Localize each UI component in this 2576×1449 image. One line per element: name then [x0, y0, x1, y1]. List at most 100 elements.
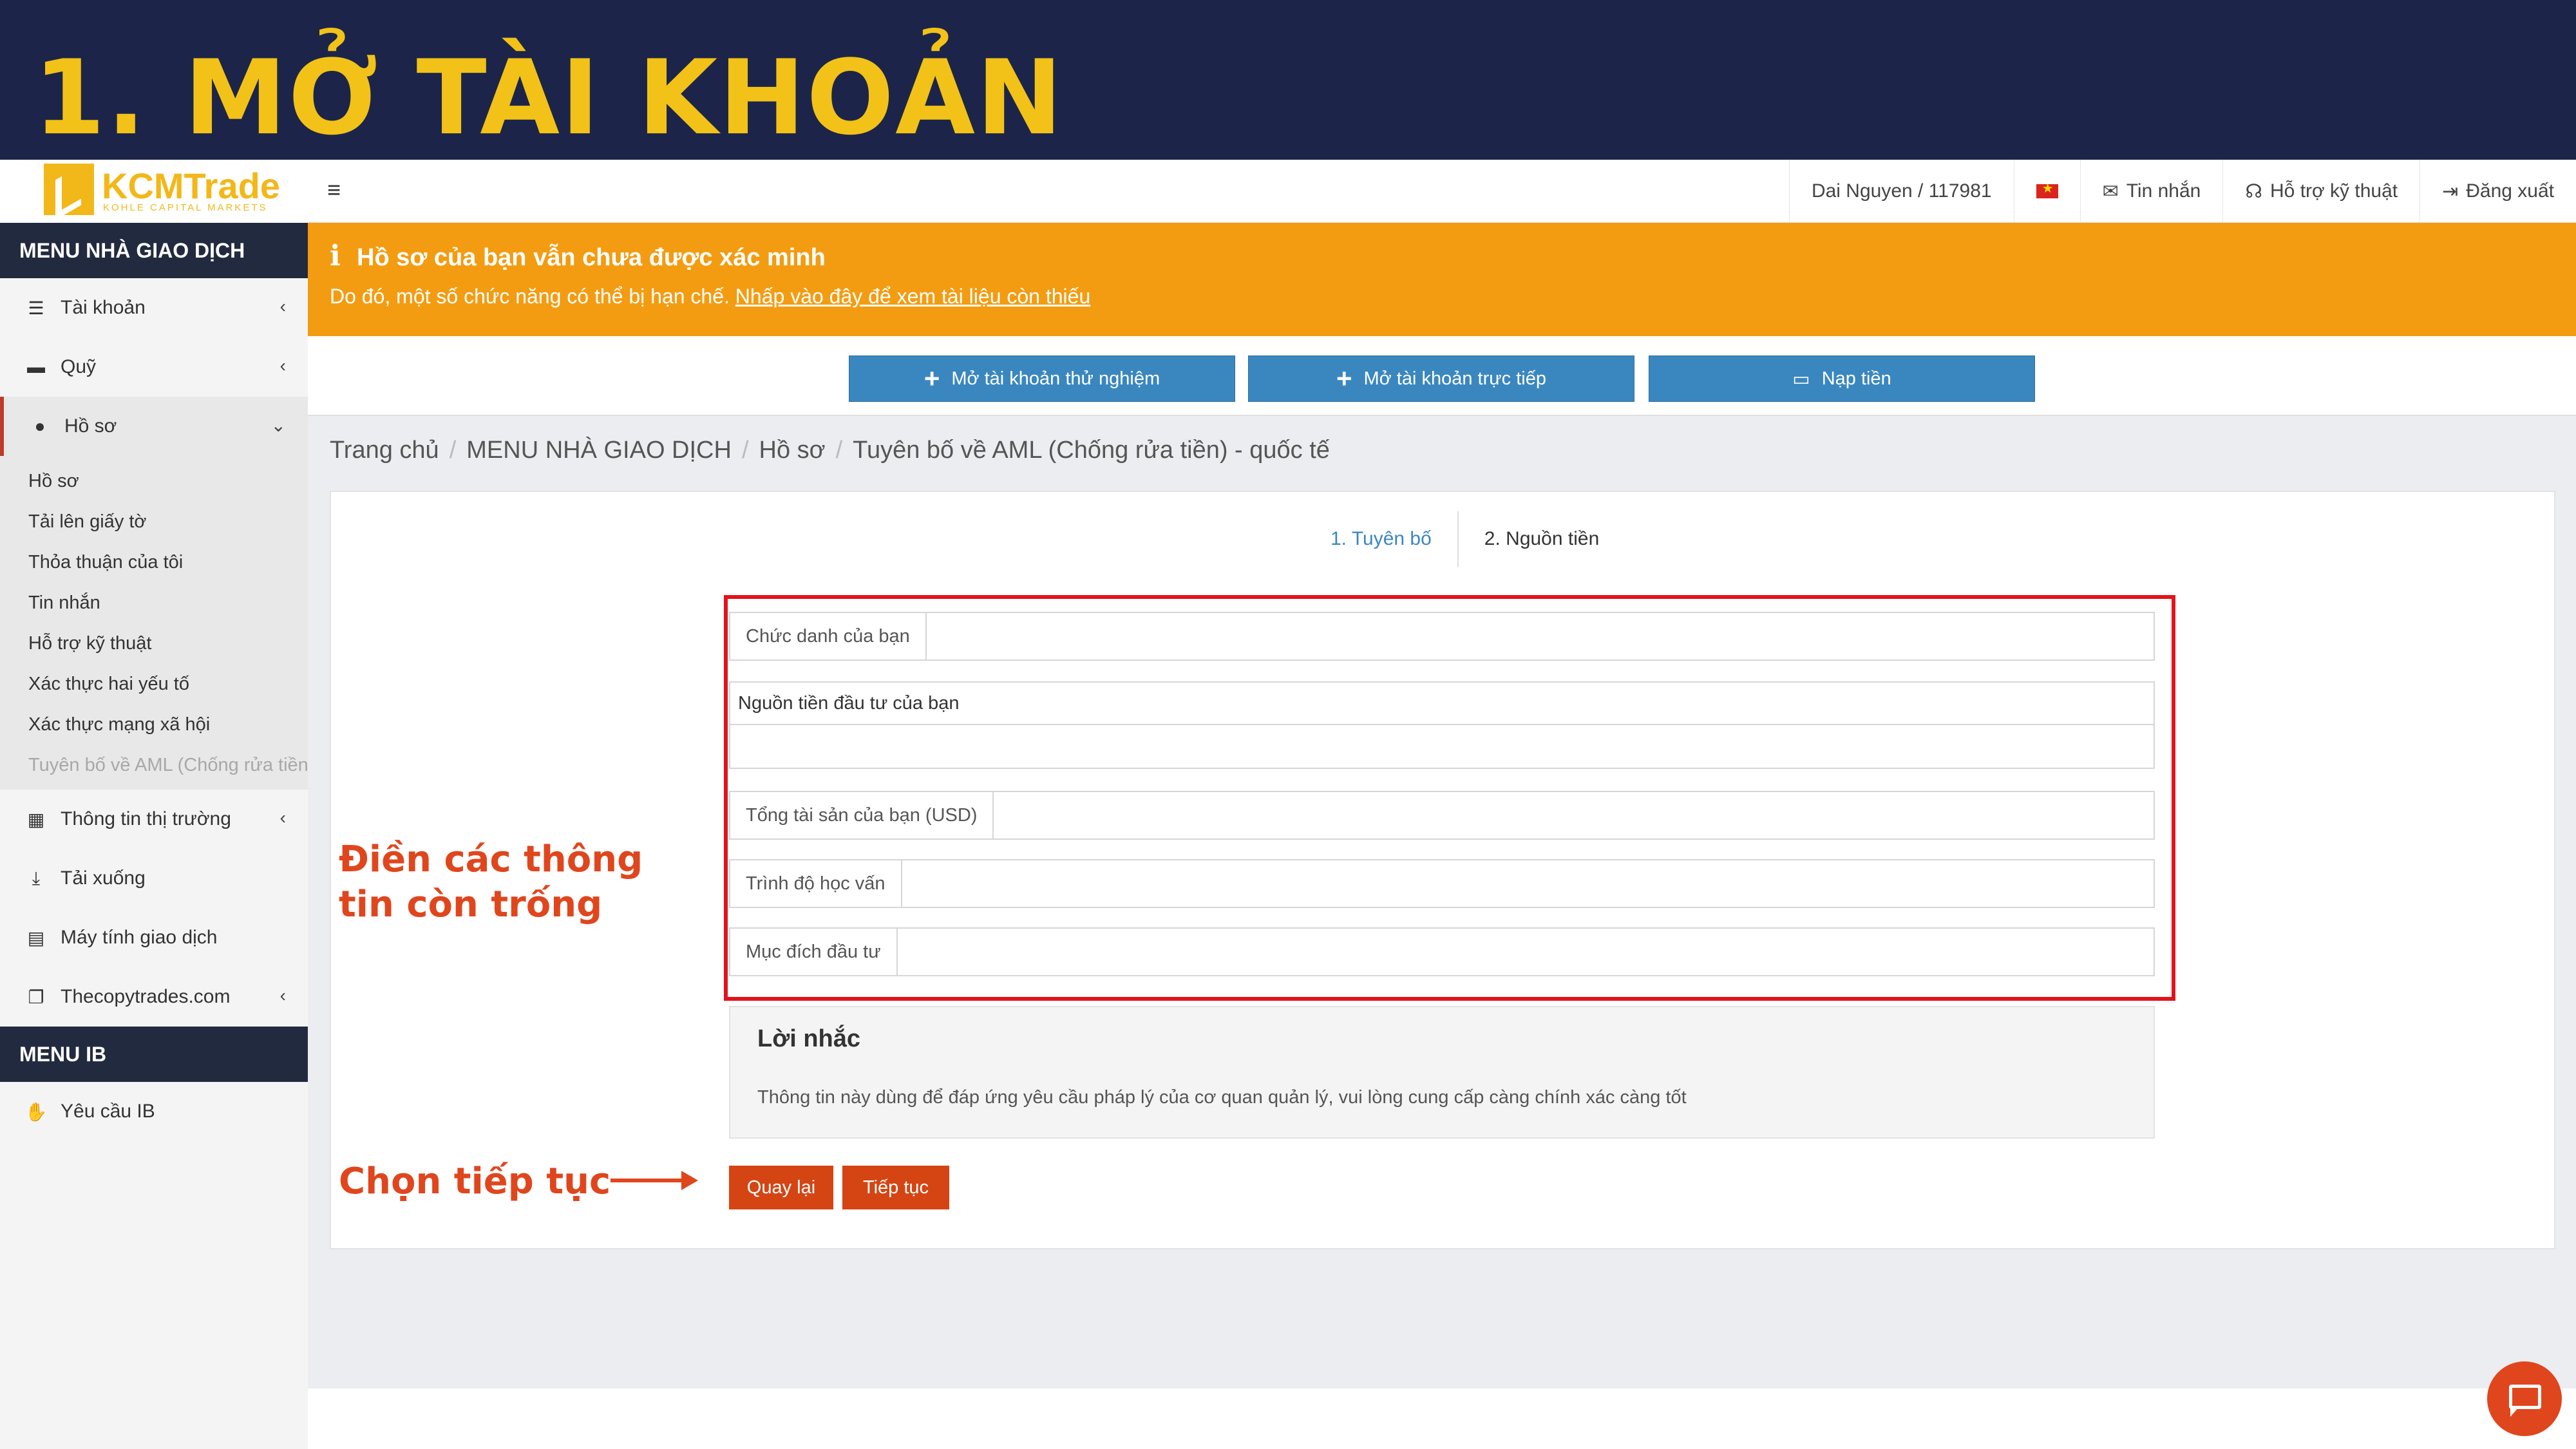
sidebar-item-label: Quỹ [61, 356, 97, 377]
chevron-down-icon: ⌄ [270, 415, 286, 435]
reminder-title: Lời nhắc [757, 1025, 861, 1052]
open-demo-account-button[interactable]: + Mở tài khoản thử nghiệm [849, 355, 1235, 402]
sidebar-item-market-info[interactable]: ▦ Thông tin thị trường ‹ [0, 790, 308, 849]
step-source-of-funds[interactable]: 2. Nguồn tiền [1459, 528, 1625, 550]
submenu-item-profile[interactable]: Hồ sơ [0, 461, 308, 502]
sidebar: MENU NHÀ GIAO DỊCH ☰ Tài khoản ‹ ▬ Quỹ ‹… [0, 223, 308, 1449]
support-link[interactable]: ☊ Hỗ trợ kỹ thuật [2222, 160, 2420, 223]
logo[interactable]: KCMTrade KOHLE CAPITAL MARKETS [0, 160, 308, 223]
info-icon: i [330, 240, 341, 272]
back-button[interactable]: Quay lại [729, 1166, 833, 1209]
action-strip: + Mở tài khoản thử nghiệm + Mở tài khoản… [308, 336, 2576, 416]
button-label: Nạp tiền [1821, 368, 1891, 389]
purpose-input[interactable] [897, 929, 2154, 975]
submenu-item-aml-declaration[interactable]: Tuyên bố về AML (Chống rửa tiền) - quốc … [0, 745, 308, 786]
submenu-item-social-verification[interactable]: Xác thực mạng xã hội [0, 705, 308, 745]
logout-icon: ⇥ [2442, 180, 2459, 202]
open-live-account-button[interactable]: + Mở tài khoản trực tiếp [1248, 355, 1634, 402]
calculator-icon: ▤ [27, 927, 45, 948]
button-label: Mở tài khoản trực tiếp [1363, 368, 1546, 389]
sidebar-item-label: Hồ sơ [64, 415, 117, 437]
step-declaration[interactable]: 1. Tuyên bố [1305, 528, 1457, 550]
sidebar-item-thecopytrades[interactable]: ❐ Thecopytrades.com ‹ [0, 967, 308, 1027]
purpose-field: Mục đích đầu tư [729, 927, 2155, 976]
submenu-item-2fa[interactable]: Xác thực hai yếu tố [0, 664, 308, 705]
sidebar-item-label: Tài khoản [61, 297, 146, 318]
plus-icon: + [923, 363, 940, 393]
reminder-text: Thông tin này dùng để đáp ứng yêu cầu ph… [757, 1087, 1687, 1108]
wizard-steps: 1. Tuyên bố 2. Nguồn tiền [1305, 511, 1625, 567]
slide-banner: 1. MỞ TÀI KHOẢN [0, 0, 2576, 160]
education-input[interactable] [902, 860, 2154, 907]
vietnam-flag-icon [2036, 180, 2058, 198]
sidebar-item-label: Yêu cầu IB [61, 1101, 155, 1122]
annotation-continue: Chọn tiếp tục [339, 1160, 611, 1202]
sidebar-item-profile[interactable]: ● Hồ sơ ⌄ [0, 397, 308, 456]
slide-title: 1. MỞ TÀI KHOẢN [33, 37, 1064, 158]
sidebar-item-label: Máy tính giao dịch [61, 927, 218, 948]
sidebar-item-label: Tải xuống [61, 867, 146, 889]
total-assets-input[interactable] [994, 792, 2154, 838]
breadcrumb-trader-menu[interactable]: MENU NHÀ GIAO DỊCH [466, 437, 732, 464]
education-label: Trình độ học vấn [730, 860, 902, 907]
headset-icon: ☊ [2245, 180, 2263, 202]
envelope-icon: ✉ [2102, 180, 2119, 202]
submenu-item-upload-documents[interactable]: Tải lên giấy tờ [0, 502, 308, 542]
job-title-field: Chức danh của bạn [729, 612, 2155, 661]
credit-card-icon: ▭ [1792, 368, 1810, 390]
user-label: Dai Nguyen / 117981 [1811, 180, 1992, 202]
job-title-input[interactable] [926, 613, 2154, 659]
plus-icon: + [1336, 363, 1352, 393]
copy-icon: ❐ [28, 987, 44, 1007]
logout-link[interactable]: ⇥ Đăng xuất [2420, 160, 2576, 223]
alert-text: Do đó, một số chức năng có thể bị hạn ch… [330, 285, 730, 308]
submenu-item-support[interactable]: Hỗ trợ kỹ thuật [0, 623, 308, 664]
chevron-left-icon: ‹ [279, 296, 286, 316]
source-of-funds-label: Nguồn tiền đầu tư của bạn [729, 681, 2155, 724]
breadcrumb-current: Tuyên bố về AML (Chống rửa tiền) - quốc … [853, 437, 1330, 464]
annotation-line: tin còn trống [339, 884, 603, 925]
calendar-icon: ▦ [27, 809, 45, 829]
language-selector[interactable] [2013, 160, 2080, 223]
sidebar-header: MENU NHÀ GIAO DỊCH [0, 223, 308, 278]
purpose-label: Mục đích đầu tư [730, 929, 898, 975]
chat-widget-button[interactable] [2487, 1361, 2562, 1436]
chat-bubble-icon [2509, 1385, 2541, 1409]
submenu-item-agreements[interactable]: Thỏa thuận của tôi [0, 542, 308, 583]
annotation-fill-fields: Điền các thông tin còn trống [339, 837, 643, 927]
support-label: Hỗ trợ kỹ thuật [2270, 180, 2398, 202]
missing-documents-link[interactable]: Nhấp vào đây để xem tài liệu còn thiếu [735, 285, 1090, 308]
arrow-right-icon [611, 1171, 698, 1190]
profile-submenu: Hồ sơ Tải lên giấy tờ Thỏa thuận của tôi… [0, 456, 308, 790]
messages-link[interactable]: ✉ Tin nhắn [2079, 160, 2223, 223]
education-field: Trình độ học vấn [729, 859, 2155, 908]
sidebar-item-funds[interactable]: ▬ Quỹ ‹ [0, 337, 308, 397]
user-icon: ● [34, 416, 46, 436]
sidebar-item-trading-calculator[interactable]: ▤ Máy tính giao dịch [0, 908, 308, 967]
sidebar-item-downloads[interactable]: ⤓ Tải xuống [0, 849, 308, 908]
job-title-label: Chức danh của bạn [730, 613, 927, 659]
wallet-icon: ▬ [27, 357, 45, 377]
sidebar-item-label: Thecopytrades.com [61, 986, 231, 1007]
logo-mark-icon [44, 164, 94, 215]
top-bar: KCMTrade KOHLE CAPITAL MARKETS ≡ Dai Ngu… [0, 160, 2576, 223]
sidebar-item-ib-request[interactable]: ✋ Yêu cầu IB [0, 1082, 308, 1141]
submenu-item-messages[interactable]: Tin nhắn [0, 583, 308, 623]
breadcrumb-profile[interactable]: Hồ sơ [759, 437, 826, 464]
verification-alert: i Hồ sơ của bạn vẫn chưa được xác minh Do… [308, 223, 2576, 336]
total-assets-field: Tổng tài sản của bạn (USD) [729, 791, 2155, 840]
source-of-funds-input[interactable] [729, 724, 2155, 769]
hamburger-menu-icon[interactable]: ≡ [327, 176, 346, 203]
logo-text: KCMTrade [102, 166, 280, 206]
user-account[interactable]: Dai Nguyen / 117981 [1788, 160, 2014, 223]
top-nav: Dai Nguyen / 117981 ✉ Tin nhắn ☊ Hỗ trợ … [1788, 160, 2576, 223]
logo-tagline: KOHLE CAPITAL MARKETS [103, 202, 268, 213]
deposit-button[interactable]: ▭ Nạp tiền [1649, 355, 2035, 402]
chevron-left-icon: ‹ [279, 808, 286, 828]
sidebar-item-label: Thông tin thị trường [61, 808, 231, 829]
breadcrumb-home[interactable]: Trang chủ [330, 437, 439, 464]
continue-button[interactable]: Tiếp tục [842, 1166, 949, 1209]
alert-title: Hồ sơ của bạn vẫn chưa được xác minh [357, 244, 826, 271]
chevron-left-icon: ‹ [279, 355, 286, 375]
sidebar-item-accounts[interactable]: ☰ Tài khoản ‹ [0, 278, 308, 337]
